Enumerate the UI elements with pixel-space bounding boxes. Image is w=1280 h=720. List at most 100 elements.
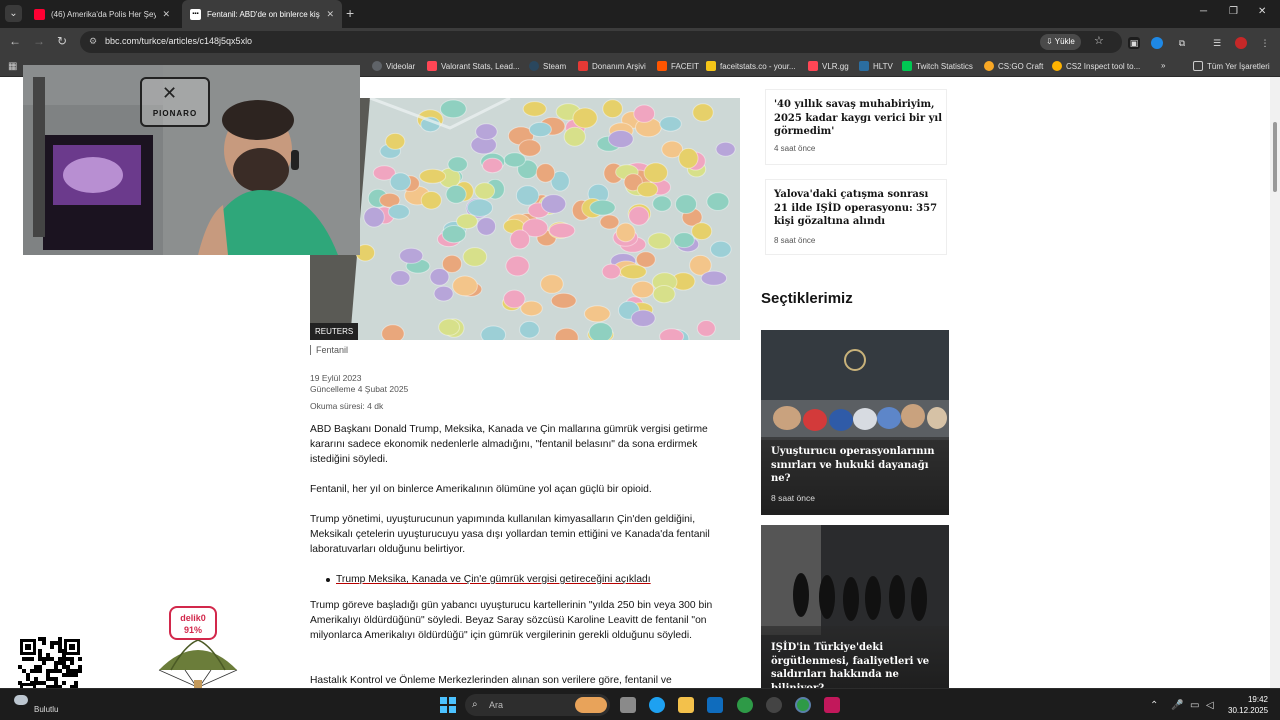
- clock-time: 19:42: [1247, 695, 1268, 704]
- featured-article-card[interactable]: IŞİD'in Türkiye'deki örgütlenmesi, faali…: [761, 525, 949, 688]
- display-icon[interactable]: ▭: [1190, 700, 1199, 711]
- bookmark-label: Steam: [543, 61, 567, 71]
- card-headline[interactable]: '40 yıllık savaş muhabiriyim, 2025 kadar…: [774, 98, 942, 139]
- app-icon[interactable]: [824, 697, 840, 713]
- task-view-icon[interactable]: [620, 697, 636, 713]
- microphone-icon[interactable]: 🎤: [1171, 700, 1183, 711]
- sidebar-news-card[interactable]: '40 yıllık savaş muhabiriyim, 2025 kadar…: [765, 89, 947, 165]
- vlr-icon: [808, 61, 818, 71]
- bookmark-label: VLR.gg: [822, 61, 849, 71]
- toolbar: ← → ↻ ⚙ bbc.com/turkce/articles/c148j5qx…: [0, 28, 1280, 56]
- restore-icon[interactable]: ❐: [1229, 6, 1238, 17]
- bookmark-label: Videolar: [386, 61, 416, 71]
- bookmark-star-icon[interactable]: ☆: [1094, 34, 1104, 47]
- tab-bbc[interactable]: ▪▪▪ Fentanil: ABD'de on binlerce kişi ✕: [182, 0, 342, 28]
- start-windows-icon[interactable]: [440, 697, 456, 713]
- related-link-item: Trump Meksika, Kanada ve Çin'e gümrük ve…: [326, 574, 651, 585]
- bookmark-item[interactable]: faceitstats.co - your...: [706, 61, 796, 71]
- minimize-icon[interactable]: ─: [1200, 6, 1207, 17]
- bookmark-item[interactable]: FACEIT: [657, 61, 699, 71]
- valorant-icon: [427, 61, 437, 71]
- bookmark-label: CS2 Inspect tool to...: [1066, 61, 1141, 71]
- article-hero-image: [310, 98, 740, 340]
- reload-icon[interactable]: ↻: [57, 34, 67, 48]
- bookmark-label: faceitstats.co - your...: [720, 61, 796, 71]
- bookmark-label: Twitch Statistics: [916, 61, 973, 71]
- folder-icon: [1193, 61, 1203, 71]
- bookmark-item[interactable]: CS2 Inspect tool to...: [1052, 61, 1140, 71]
- file-explorer-icon[interactable]: [678, 697, 694, 713]
- pick-headline[interactable]: IŞİD'in Türkiye'deki örgütlenmesi, faali…: [771, 641, 939, 688]
- page-scrollbar[interactable]: [1270, 77, 1280, 688]
- parachute-icon: [158, 640, 238, 688]
- article-paragraph: Hastalık Kontrol ve Önleme Merkezlerinde…: [310, 675, 672, 686]
- bookmark-item[interactable]: CS:GO Craft: [984, 61, 1043, 71]
- sidebar-news-card[interactable]: Yalova'daki çatışma sonrası 21 ilde IŞİD…: [765, 179, 947, 255]
- section-title: Seçtiklerimiz: [761, 290, 853, 307]
- tab-title: Fentanil: ABD'de on binlerce kişi: [207, 9, 321, 19]
- volume-icon[interactable]: ◁: [1206, 700, 1214, 711]
- bookmark-item[interactable]: Valorant Stats, Lead...: [427, 61, 520, 71]
- edge-icon[interactable]: [649, 697, 665, 713]
- bookmark-label: HLTV: [873, 61, 893, 71]
- featured-article-card[interactable]: Uyuşturucu operasyonlarının sınırları ve…: [761, 330, 949, 515]
- settings-gear-icon[interactable]: [766, 697, 782, 713]
- bookmark-label: Valorant Stats, Lead...: [441, 61, 520, 71]
- related-article-link[interactable]: Trump Meksika, Kanada ve Çin'e gümrük ve…: [336, 574, 651, 585]
- weather-label[interactable]: Bulutlu: [34, 705, 58, 714]
- forward-icon[interactable]: →: [33, 34, 45, 48]
- channel-logo: PIONARO ✕: [140, 77, 210, 127]
- read-time: Okuma süresi: 4 dk: [310, 401, 384, 411]
- all-bookmarks-label: Tüm Yer İşaretleri: [1207, 61, 1270, 71]
- bookmark-item[interactable]: Steam: [529, 61, 566, 71]
- profile-avatar[interactable]: [1235, 37, 1247, 49]
- card-time: 4 saat önce: [774, 144, 816, 153]
- close-window-icon[interactable]: ✕: [1258, 6, 1266, 17]
- search-placeholder: Ara: [489, 700, 504, 710]
- article-paragraph: Trump yönetimi, uyuşturucunun yapımında …: [310, 514, 710, 555]
- scrollbar-thumb[interactable]: [1273, 122, 1277, 192]
- menu-icon[interactable]: ⋮: [1259, 37, 1271, 49]
- bookmark-item[interactable]: HLTV: [859, 61, 893, 71]
- bookmark-item[interactable]: Twitch Statistics: [902, 61, 973, 71]
- address-bar[interactable]: ⚙ bbc.com/turkce/articles/c148j5qx5xlo ⇩…: [80, 31, 1122, 53]
- taskbar-search[interactable]: ⌕ Ara: [465, 694, 610, 716]
- extensions-puzzle-icon[interactable]: ⧉: [1176, 37, 1188, 49]
- close-tab-icon[interactable]: ✕: [326, 9, 334, 20]
- pick-headline[interactable]: Uyuşturucu operasyonlarının sınırları ve…: [771, 445, 939, 486]
- card-headline[interactable]: Yalova'daki çatışma sonrası 21 ilde IŞİD…: [774, 188, 942, 229]
- bookmark-item[interactable]: Donanım Arşivi: [578, 61, 646, 71]
- donanim-icon: [578, 61, 588, 71]
- mail-icon[interactable]: [707, 697, 723, 713]
- tab-search-button[interactable]: ⌄: [5, 5, 22, 22]
- bookmark-label: Donanım Arşivi: [592, 61, 646, 71]
- clock[interactable]: 19:42 30.12.2025: [1228, 694, 1268, 716]
- bookmark-item[interactable]: Videolar: [372, 61, 415, 71]
- install-button[interactable]: ⇩ Yükle: [1040, 34, 1081, 50]
- article-paragraph: Trump göreve başladığı gün yabancı uyuşt…: [310, 600, 713, 641]
- more-bookmarks-icon[interactable]: »: [1161, 61, 1165, 70]
- chrome-icon[interactable]: [737, 697, 753, 713]
- apps-grid-icon[interactable]: ▦: [8, 61, 17, 72]
- search-icon: ⌕: [472, 699, 478, 710]
- image-caption: Fentanil: [310, 345, 348, 355]
- bookmark-item[interactable]: VLR.gg: [808, 61, 849, 71]
- new-tab-icon[interactable]: +: [346, 5, 354, 21]
- site-info-icon[interactable]: ⚙: [89, 36, 97, 47]
- cs2-inspect-icon: [1052, 61, 1062, 71]
- weather-icon[interactable]: [14, 695, 28, 705]
- chrome-active-icon[interactable]: [795, 697, 811, 713]
- all-bookmarks-button[interactable]: Tüm Yer İşaretleri: [1193, 61, 1270, 71]
- extension-icon[interactable]: ▣: [1128, 37, 1140, 49]
- hltv-icon: [859, 61, 869, 71]
- publish-date: 19 Eylül 2023: [310, 373, 362, 383]
- close-tab-icon[interactable]: ✕: [162, 9, 170, 20]
- media-controls-icon[interactable]: ☰: [1211, 37, 1223, 49]
- tab-youtube[interactable]: (46) Amerika'da Polis Her Şeyi G ✕: [26, 0, 178, 28]
- install-label: Yükle: [1054, 37, 1075, 46]
- tray-chevron-icon[interactable]: ⌃: [1150, 700, 1158, 711]
- extension-icon[interactable]: [1151, 37, 1163, 49]
- back-icon[interactable]: ←: [9, 34, 21, 48]
- faceitstats-icon: [706, 61, 716, 71]
- bullet-icon: [326, 577, 330, 582]
